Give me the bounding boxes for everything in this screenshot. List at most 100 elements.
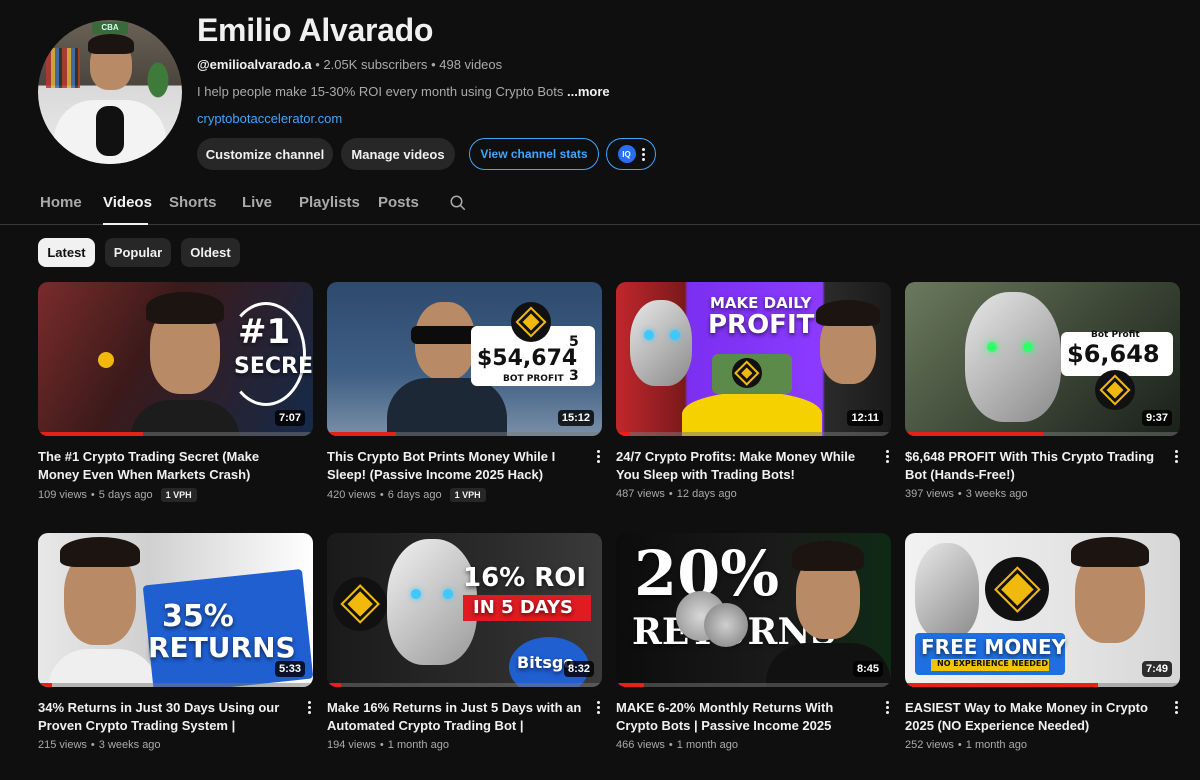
view-count: 420 views bbox=[327, 489, 376, 501]
video-meta: 397 views • 3 weeks ago bbox=[905, 488, 1180, 500]
video-thumbnail[interactable]: 35% RETURNS 5:33 bbox=[38, 533, 313, 687]
view-count: 397 views bbox=[905, 488, 954, 500]
thumb-text: #1 bbox=[238, 312, 291, 352]
thumb-body bbox=[130, 400, 240, 436]
video-meta: 466 views • 1 month ago bbox=[616, 739, 891, 751]
video-thumbnail[interactable]: 20% RETURNS 8:45 bbox=[616, 533, 891, 687]
thumb-text: NO EXPERIENCE NEEDED bbox=[937, 659, 1049, 668]
watch-progress bbox=[38, 432, 143, 436]
channel-link[interactable]: cryptobotaccelerator.com bbox=[197, 111, 342, 126]
customize-channel-button[interactable]: Customize channel bbox=[197, 138, 333, 170]
thumb-hair bbox=[792, 541, 864, 571]
more-vert-icon[interactable] bbox=[597, 450, 600, 463]
watch-progress bbox=[905, 683, 1098, 687]
chip-latest[interactable]: Latest bbox=[38, 238, 95, 267]
progress-track bbox=[327, 683, 602, 687]
meta-separator: • bbox=[379, 739, 384, 751]
channel-description: I help people make 15-30% ROI every mont… bbox=[197, 84, 610, 99]
more-vert-icon[interactable] bbox=[597, 701, 600, 714]
channel-avatar[interactable]: CBA bbox=[38, 20, 182, 164]
binance-icon bbox=[985, 557, 1049, 621]
video-title[interactable]: EASIEST Way to Make Money in Crypto 2025… bbox=[905, 699, 1160, 735]
tab-live[interactable]: Live bbox=[242, 194, 272, 211]
progress-track bbox=[616, 683, 891, 687]
tab-posts[interactable]: Posts bbox=[378, 194, 419, 211]
binance-icon bbox=[333, 577, 387, 631]
video-card[interactable]: MAKE DAILY PROFIT 12:11 24/7 Crypto Prof… bbox=[616, 282, 891, 500]
tab-home[interactable]: Home bbox=[40, 194, 82, 211]
video-thumbnail[interactable]: MAKE DAILY PROFIT 12:11 bbox=[616, 282, 891, 436]
more-vert-icon[interactable] bbox=[886, 701, 889, 714]
more-vert-icon[interactable] bbox=[886, 450, 889, 463]
video-title[interactable]: 24/7 Crypto Profits: Make Money While Yo… bbox=[616, 448, 871, 484]
upload-age: 1 month ago bbox=[676, 739, 738, 751]
search-icon[interactable] bbox=[449, 194, 467, 212]
tab-playlists[interactable]: Playlists bbox=[299, 194, 360, 211]
tab-shorts[interactable]: Shorts bbox=[169, 194, 217, 211]
video-thumbnail[interactable]: #1 SECRET 7:07 bbox=[38, 282, 313, 436]
watch-progress bbox=[327, 683, 341, 687]
video-meta: 487 views • 12 days ago bbox=[616, 488, 891, 500]
video-card[interactable]: #1 SECRET 7:07 The #1 Crypto Trading Sec… bbox=[38, 282, 313, 502]
thumb-text: $6,648 bbox=[1067, 340, 1160, 368]
thumb-text: IN 5 DAYS bbox=[473, 597, 573, 618]
video-duration: 12:11 bbox=[847, 410, 883, 426]
video-title[interactable]: The #1 Crypto Trading Secret (Make Money… bbox=[38, 448, 293, 484]
video-card[interactable]: $54,674 BOT PROFIT 5 3 15:12 This Crypto… bbox=[327, 282, 602, 502]
video-card[interactable]: 20% RETURNS 8:45 MAKE 6-20% Monthly Retu… bbox=[616, 533, 891, 751]
video-thumbnail[interactable]: Bot Profit $6,648 9:37 bbox=[905, 282, 1180, 436]
vidiq-menu-button[interactable]: IQ bbox=[606, 138, 656, 170]
video-title[interactable]: MAKE 6-20% Monthly Returns With Crypto B… bbox=[616, 699, 871, 735]
video-count: 498 videos bbox=[439, 57, 503, 72]
video-thumbnail[interactable]: FREE MONEY NO EXPERIENCE NEEDED 7:49 bbox=[905, 533, 1180, 687]
video-duration: 8:32 bbox=[563, 661, 594, 677]
more-vert-icon[interactable] bbox=[1175, 701, 1178, 714]
video-title[interactable]: 34% Returns in Just 30 Days Using our Pr… bbox=[38, 699, 293, 735]
vph-badge: 1 VPH bbox=[449, 488, 486, 502]
watch-progress bbox=[38, 683, 52, 687]
watch-progress bbox=[327, 432, 396, 436]
video-thumbnail[interactable]: $54,674 BOT PROFIT 5 3 15:12 bbox=[327, 282, 602, 436]
video-title[interactable]: $6,648 PROFIT With This Crypto Trading B… bbox=[905, 448, 1160, 484]
upload-age: 1 month ago bbox=[387, 739, 449, 751]
view-count: 466 views bbox=[616, 739, 665, 751]
video-title[interactable]: This Crypto Bot Prints Money While I Sle… bbox=[327, 448, 582, 484]
video-thumbnail[interactable]: 16% ROI IN 5 DAYS Bitsgo 8:32 bbox=[327, 533, 602, 687]
thumb-hair bbox=[60, 537, 140, 567]
avatar-logo: CBA bbox=[92, 22, 128, 34]
avatar-plant bbox=[140, 60, 176, 110]
more-vert-icon[interactable] bbox=[1175, 450, 1178, 463]
meta-separator: • bbox=[668, 739, 673, 751]
binance-icon bbox=[511, 302, 551, 342]
thumb-text: 3 bbox=[569, 368, 579, 384]
video-duration: 7:07 bbox=[274, 410, 305, 426]
chip-oldest[interactable]: Oldest bbox=[181, 238, 240, 267]
chip-popular[interactable]: Popular bbox=[105, 238, 171, 267]
video-card[interactable]: 35% RETURNS 5:33 34% Returns in Just 30 … bbox=[38, 533, 313, 751]
video-card[interactable]: Bot Profit $6,648 9:37 $6,648 PROFIT Wit… bbox=[905, 282, 1180, 500]
view-channel-stats-button[interactable]: View channel stats bbox=[469, 138, 599, 170]
more-link[interactable]: ...more bbox=[567, 84, 610, 99]
tab-videos[interactable]: Videos bbox=[103, 194, 152, 211]
description-text: I help people make 15-30% ROI every mont… bbox=[197, 84, 564, 99]
more-vert-icon[interactable] bbox=[308, 701, 311, 714]
upload-age: 3 weeks ago bbox=[98, 739, 161, 751]
robot-eye bbox=[987, 342, 997, 352]
video-card[interactable]: FREE MONEY NO EXPERIENCE NEEDED 7:49 EAS… bbox=[905, 533, 1180, 751]
sleep-mask-icon bbox=[411, 326, 479, 344]
video-meta: 252 views • 1 month ago bbox=[905, 739, 1180, 751]
video-title[interactable]: Make 16% Returns in Just 5 Days with an … bbox=[327, 699, 582, 735]
upload-age: 1 month ago bbox=[965, 739, 1027, 751]
robot-figure bbox=[965, 292, 1061, 422]
upload-age: 6 days ago bbox=[387, 489, 442, 501]
view-count: 215 views bbox=[38, 739, 87, 751]
view-count: 194 views bbox=[327, 739, 376, 751]
active-tab-indicator bbox=[103, 223, 148, 225]
meta-separator: • bbox=[957, 488, 962, 500]
video-duration: 8:45 bbox=[852, 661, 883, 677]
manage-videos-button[interactable]: Manage videos bbox=[341, 138, 455, 170]
progress-track bbox=[38, 683, 313, 687]
video-card[interactable]: 16% ROI IN 5 DAYS Bitsgo 8:32 Make 16% R… bbox=[327, 533, 602, 751]
thumb-text: SECRET bbox=[234, 354, 313, 379]
watch-progress bbox=[905, 432, 1043, 436]
